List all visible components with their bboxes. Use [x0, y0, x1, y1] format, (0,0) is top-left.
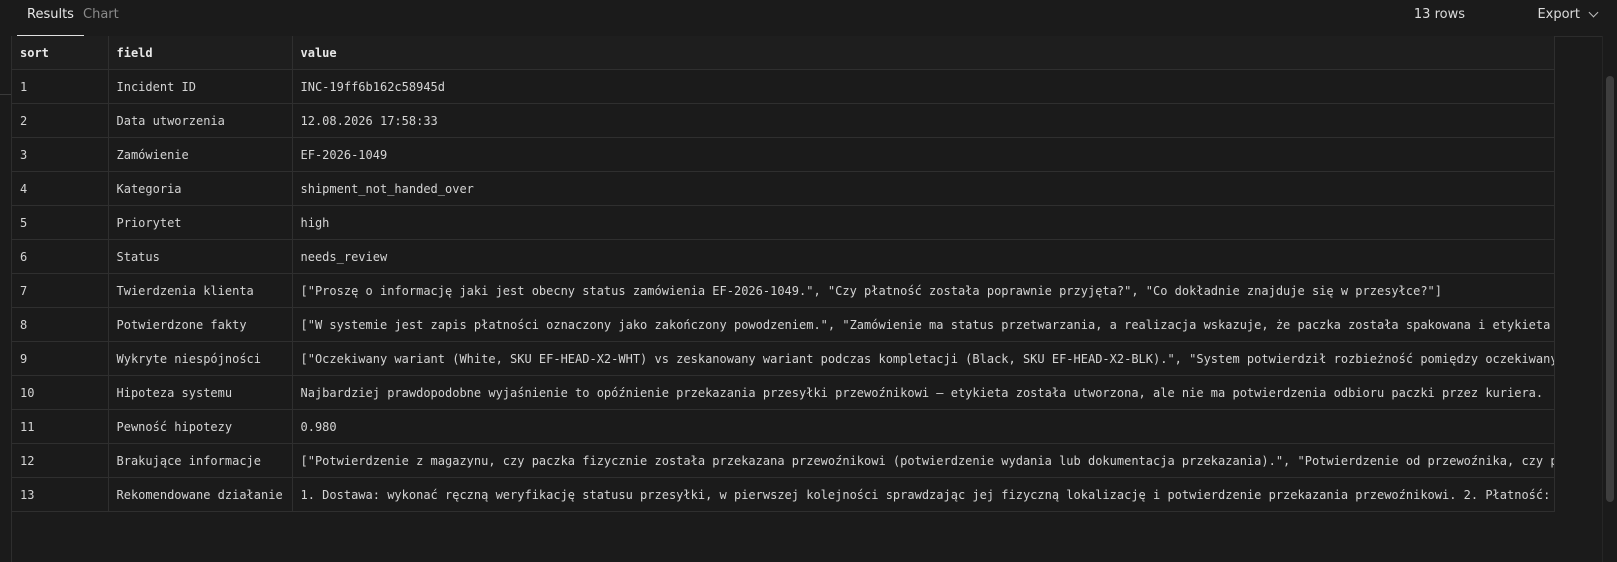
- cell-field[interactable]: Status: [108, 239, 293, 274]
- cell-field[interactable]: Twierdzenia klienta: [108, 273, 293, 308]
- column-header-value[interactable]: value: [292, 36, 1555, 70]
- cell-value[interactable]: Najbardziej prawdopodobne wyjaśnienie to…: [292, 375, 1555, 410]
- empty-area: [12, 513, 1554, 562]
- table-header-row: sort field value: [12, 36, 1555, 70]
- table-row[interactable]: 6 Status needs_review: [12, 239, 1555, 274]
- column-header-sort[interactable]: sort: [12, 36, 109, 70]
- cell-value[interactable]: ["W systemie jest zapis płatności oznacz…: [292, 307, 1555, 342]
- cell-field[interactable]: Priorytet: [108, 205, 293, 240]
- cell-value[interactable]: shipment_not_handed_over: [292, 171, 1555, 206]
- table-row[interactable]: 4 Kategoria shipment_not_handed_over: [12, 171, 1555, 206]
- cell-field[interactable]: Rekomendowane działanie: [108, 477, 293, 512]
- cell-field[interactable]: Incident ID: [108, 69, 293, 104]
- cell-value[interactable]: EF-2026-1049: [292, 137, 1555, 172]
- cell-field[interactable]: Pewność hipotezy: [108, 409, 293, 444]
- vertical-scrollbar[interactable]: [1602, 36, 1617, 562]
- cell-value[interactable]: ["Proszę o informację jaki jest obecny s…: [292, 273, 1555, 308]
- cell-sort[interactable]: 5: [12, 205, 109, 240]
- cell-value[interactable]: high: [292, 205, 1555, 240]
- gutter-divider: [0, 94, 11, 95]
- cell-value[interactable]: needs_review: [292, 239, 1555, 274]
- export-button[interactable]: Export: [1537, 0, 1599, 30]
- cell-field[interactable]: Hipoteza systemu: [108, 375, 293, 410]
- cell-field[interactable]: Wykryte niespójności: [108, 341, 293, 376]
- results-toolbar: Results Chart 13 rows Export: [0, 0, 1617, 37]
- table-row[interactable]: 9 Wykryte niespójności ["Oczekiwany warian…: [12, 341, 1555, 376]
- cell-sort[interactable]: 7: [12, 273, 109, 308]
- results-table: sort field value 1 Incident ID INC-19ff6b1…: [12, 36, 1555, 512]
- row-count: 13 rows: [1413, 7, 1465, 22]
- cell-sort[interactable]: 6: [12, 239, 109, 274]
- cell-field[interactable]: Potwierdzone fakty: [108, 307, 293, 342]
- cell-sort[interactable]: 1: [12, 69, 109, 104]
- table-row[interactable]: 13 Rekomendowane działanie 1. Dostawa: wyk…: [12, 477, 1555, 512]
- table-row[interactable]: 7 Twierdzenia klienta ["Proszę o informacj…: [12, 273, 1555, 308]
- export-label: Export: [1537, 7, 1580, 22]
- cell-value[interactable]: 12.08.2026 17:58:33: [292, 103, 1555, 138]
- cell-field[interactable]: Zamówienie: [108, 137, 293, 172]
- tab-results[interactable]: Results: [17, 0, 84, 37]
- cell-sort[interactable]: 10: [12, 375, 109, 410]
- table-row[interactable]: 8 Potwierdzone fakty ["W systemie jest zap…: [12, 307, 1555, 342]
- tab-results-label: Results: [27, 7, 74, 22]
- cell-sort[interactable]: 12: [12, 443, 109, 478]
- cell-sort[interactable]: 2: [12, 103, 109, 138]
- cell-sort[interactable]: 3: [12, 137, 109, 172]
- table-row[interactable]: 5 Priorytet high: [12, 205, 1555, 240]
- table-row[interactable]: 2 Data utworzenia 12.08.2026 17:58:33: [12, 103, 1555, 138]
- cell-value[interactable]: INC-19ff6b162c58945d: [292, 69, 1555, 104]
- table-row[interactable]: 11 Pewność hipotezy 0.980: [12, 409, 1555, 444]
- cell-value[interactable]: ["Potwierdzenie z magazynu, czy paczka f…: [292, 443, 1555, 478]
- table-body: 1 Incident ID INC-19ff6b162c58945d 2 Data ut…: [12, 69, 1555, 512]
- cell-value[interactable]: 1. Dostawa: wykonać ręczną weryfikację s…: [292, 477, 1555, 512]
- table-row[interactable]: 3 Zamówienie EF-2026-1049: [12, 137, 1555, 172]
- cell-sort[interactable]: 11: [12, 409, 109, 444]
- cell-sort[interactable]: 13: [12, 477, 109, 512]
- cell-sort[interactable]: 9: [12, 341, 109, 376]
- table-row[interactable]: 1 Incident ID INC-19ff6b162c58945d: [12, 69, 1555, 104]
- column-header-field[interactable]: field: [108, 36, 293, 70]
- scrollbar-thumb[interactable]: [1606, 76, 1614, 502]
- tab-chart-label: Chart: [83, 7, 119, 22]
- tab-chart[interactable]: Chart: [83, 0, 119, 36]
- cell-field[interactable]: Brakujące informacje: [108, 443, 293, 478]
- cell-sort[interactable]: 8: [12, 307, 109, 342]
- cell-sort[interactable]: 4: [12, 171, 109, 206]
- chevron-down-icon: [1588, 7, 1599, 18]
- left-gutter: [0, 36, 12, 562]
- cell-value[interactable]: 0.980: [292, 409, 1555, 444]
- cell-field[interactable]: Kategoria: [108, 171, 293, 206]
- cell-value[interactable]: ["Oczekiwany wariant (White, SKU EF-HEAD…: [292, 341, 1555, 376]
- table-row[interactable]: 12 Brakujące informacje ["Potwierdzenie z …: [12, 443, 1555, 478]
- table-row[interactable]: 10 Hipoteza systemu Najbardziej prawdopodo…: [12, 375, 1555, 410]
- cell-field[interactable]: Data utworzenia: [108, 103, 293, 138]
